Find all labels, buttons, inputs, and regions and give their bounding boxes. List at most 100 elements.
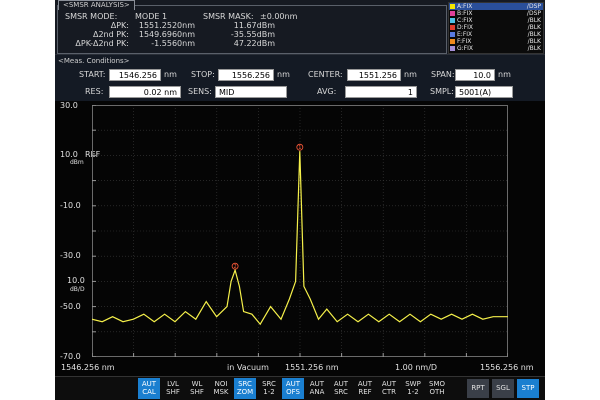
softkey-label-bottom: ANA [309,388,325,396]
y-tick-5: -70.0 [60,352,81,361]
smsr-mode-label: SMSR MODE: [65,12,118,21]
softkey-label-top: AUT [333,380,349,388]
softkey-label-top: AUT [381,380,397,388]
x-div-label: 1.00 nm/D [395,363,438,372]
stop-field[interactable]: 1556.256 [218,69,274,81]
spectrum-plot[interactable]: 12 [92,105,508,357]
trace-color-swatch [450,32,455,37]
res-label: RES: [85,87,104,96]
softkey-src-1-2[interactable]: SRC 1-2 [258,378,280,399]
softkey-label-top: AUT [309,380,325,388]
smsr-analysis-panel: <SMSR ANALYSIS> SMSR MODE: MODE 1 SMSR M… [55,0,545,54]
smsr-mask-label: SMSR MASK: [203,12,254,21]
trace-item[interactable]: B:FIX/DSP [449,10,543,17]
res-field[interactable]: 0.02 nm [109,86,181,98]
trace-color-swatch [450,25,455,30]
softkey-aut-ref[interactable]: AUT REF [354,378,376,399]
softkey-label-top: AUT [285,380,301,388]
softkey-aut-ctr[interactable]: AUT CTR [378,378,400,399]
softkey-label-bottom: OTH [429,388,445,396]
trace-status: /BLK [527,17,541,24]
trace-item[interactable]: C:FIX/BLK [449,17,543,24]
trace-status: /BLK [527,24,541,31]
softkey-label-bottom: SRC [334,388,348,396]
x-start-label: 1546.256 nm [61,363,115,372]
start-label: START: [79,70,106,79]
d2pk-wavelength: 1549.6960nm [138,30,195,39]
trace-item[interactable]: F:FIX/BLK [449,38,543,45]
y-tick-4: -50.0 [60,302,81,311]
softkey-label-top: LVL [167,380,179,388]
x-medium-label: in Vacuum [227,363,269,372]
trace-label: G:FIX [457,45,474,52]
softkey-label-top: SWP [405,380,421,388]
softkey-label-top: SRC [262,380,276,388]
meas-conditions-panel: <Meas. Conditions> START: 1546.256 nm ST… [55,54,545,102]
x-stop-label: 1556.256 nm [480,363,534,372]
y-tick-1: 10.0 [60,150,78,159]
span-unit: nm [498,70,511,79]
trace-status: /BLK [527,45,541,52]
start-field[interactable]: 1546.256 [109,69,161,81]
trace-color-swatch [450,4,455,9]
trace-item[interactable]: D:FIX/BLK [449,24,543,31]
trace-status: /BLK [527,31,541,38]
sens-field[interactable]: MID [215,86,287,98]
span-label: SPAN: [431,70,455,79]
trace-item[interactable]: A:FIX/DSP [449,3,543,10]
stop-label: STOP: [191,70,215,79]
trace-item[interactable]: G:FIX/BLK [449,45,543,52]
smpl-label: SMPL: [430,87,454,96]
stop-unit: nm [277,70,290,79]
softkey-smo-oth[interactable]: SMO OTH [426,378,448,399]
softkey-aut-src[interactable]: AUT SRC [330,378,352,399]
dpk-label: ΔPK: [110,21,129,30]
softkey-label-top: SMO [429,380,445,388]
run-key-rpt[interactable]: RPT [467,379,489,398]
run-key-stp[interactable]: STP [517,379,539,398]
trace-color-swatch [450,18,455,23]
softkey-wl-shf[interactable]: WL SHF [186,378,208,399]
trace-label: E:FIX [457,31,473,38]
softkey-label-bottom: OFS [286,388,300,396]
softkey-aut-cal[interactable]: AUT CAL [138,378,160,399]
softkey-label-bottom: CAL [142,388,156,396]
span-field[interactable]: 10.0 [455,69,495,81]
peak-marker-label: 1 [298,145,301,151]
spectrum-graph: 30.0 10.0 REF dBm -10.0 -30.0 10.0 dB/D … [55,101,545,376]
start-unit: nm [164,70,177,79]
center-field[interactable]: 1551.256 [347,69,401,81]
smsr-mode-value: MODE 1 [135,12,168,21]
trace-status: /DSP [526,3,541,10]
softkey-swp-1-2[interactable]: SWP 1-2 [402,378,424,399]
softkey-label-bottom: 1-2 [263,388,275,396]
trace-label: D:FIX [457,24,473,31]
softkey-src-zom[interactable]: SRC ZOM [234,378,256,399]
softkey-lvl-shf[interactable]: LVL SHF [162,378,184,399]
trace-list[interactable]: A:FIX/DSP B:FIX/DSP C:FIX/BLK D:FIX/BLK E:FI… [448,2,544,54]
softkey-noi-msk[interactable]: NOI MSK [210,378,232,399]
y-unit-dbm: dBm [70,159,84,166]
softkey-aut-ofs[interactable]: AUT OFS [282,378,304,399]
trace-item[interactable]: E:FIX/BLK [449,31,543,38]
center-unit: nm [404,70,417,79]
run-key-sgl[interactable]: SGL [492,379,514,398]
peak-marker-label: 2 [234,264,237,270]
meas-title: <Meas. Conditions> [58,57,130,65]
diff-level: 47.22dBm [233,39,275,48]
diff-wavelength: -1.5560nm [151,39,195,48]
softkey-aut-ana[interactable]: AUT ANA [306,378,328,399]
sens-label: SENS: [188,87,212,96]
softkey-bar: AUT CAL LVL SHF WL SHF NOI MSK SRC ZOM SRC 1-2 AUT OF… [55,376,545,400]
softkey-label-top: AUT [141,380,157,388]
softkey-label-bottom: CTR [381,388,397,396]
avg-field[interactable]: 1 [345,86,417,98]
trace-status: /DSP [526,10,541,17]
smpl-field[interactable]: 5001(A) [455,86,513,98]
softkey-label-bottom: 1-2 [407,388,419,396]
y-scale-value: 10.0 [67,276,85,285]
softkey-label-top: NOI [214,380,228,388]
softkey-label-bottom: ZOM [236,388,254,396]
trace-color-swatch [450,11,455,16]
osa-screen: <SMSR ANALYSIS> SMSR MODE: MODE 1 SMSR M… [55,0,545,400]
